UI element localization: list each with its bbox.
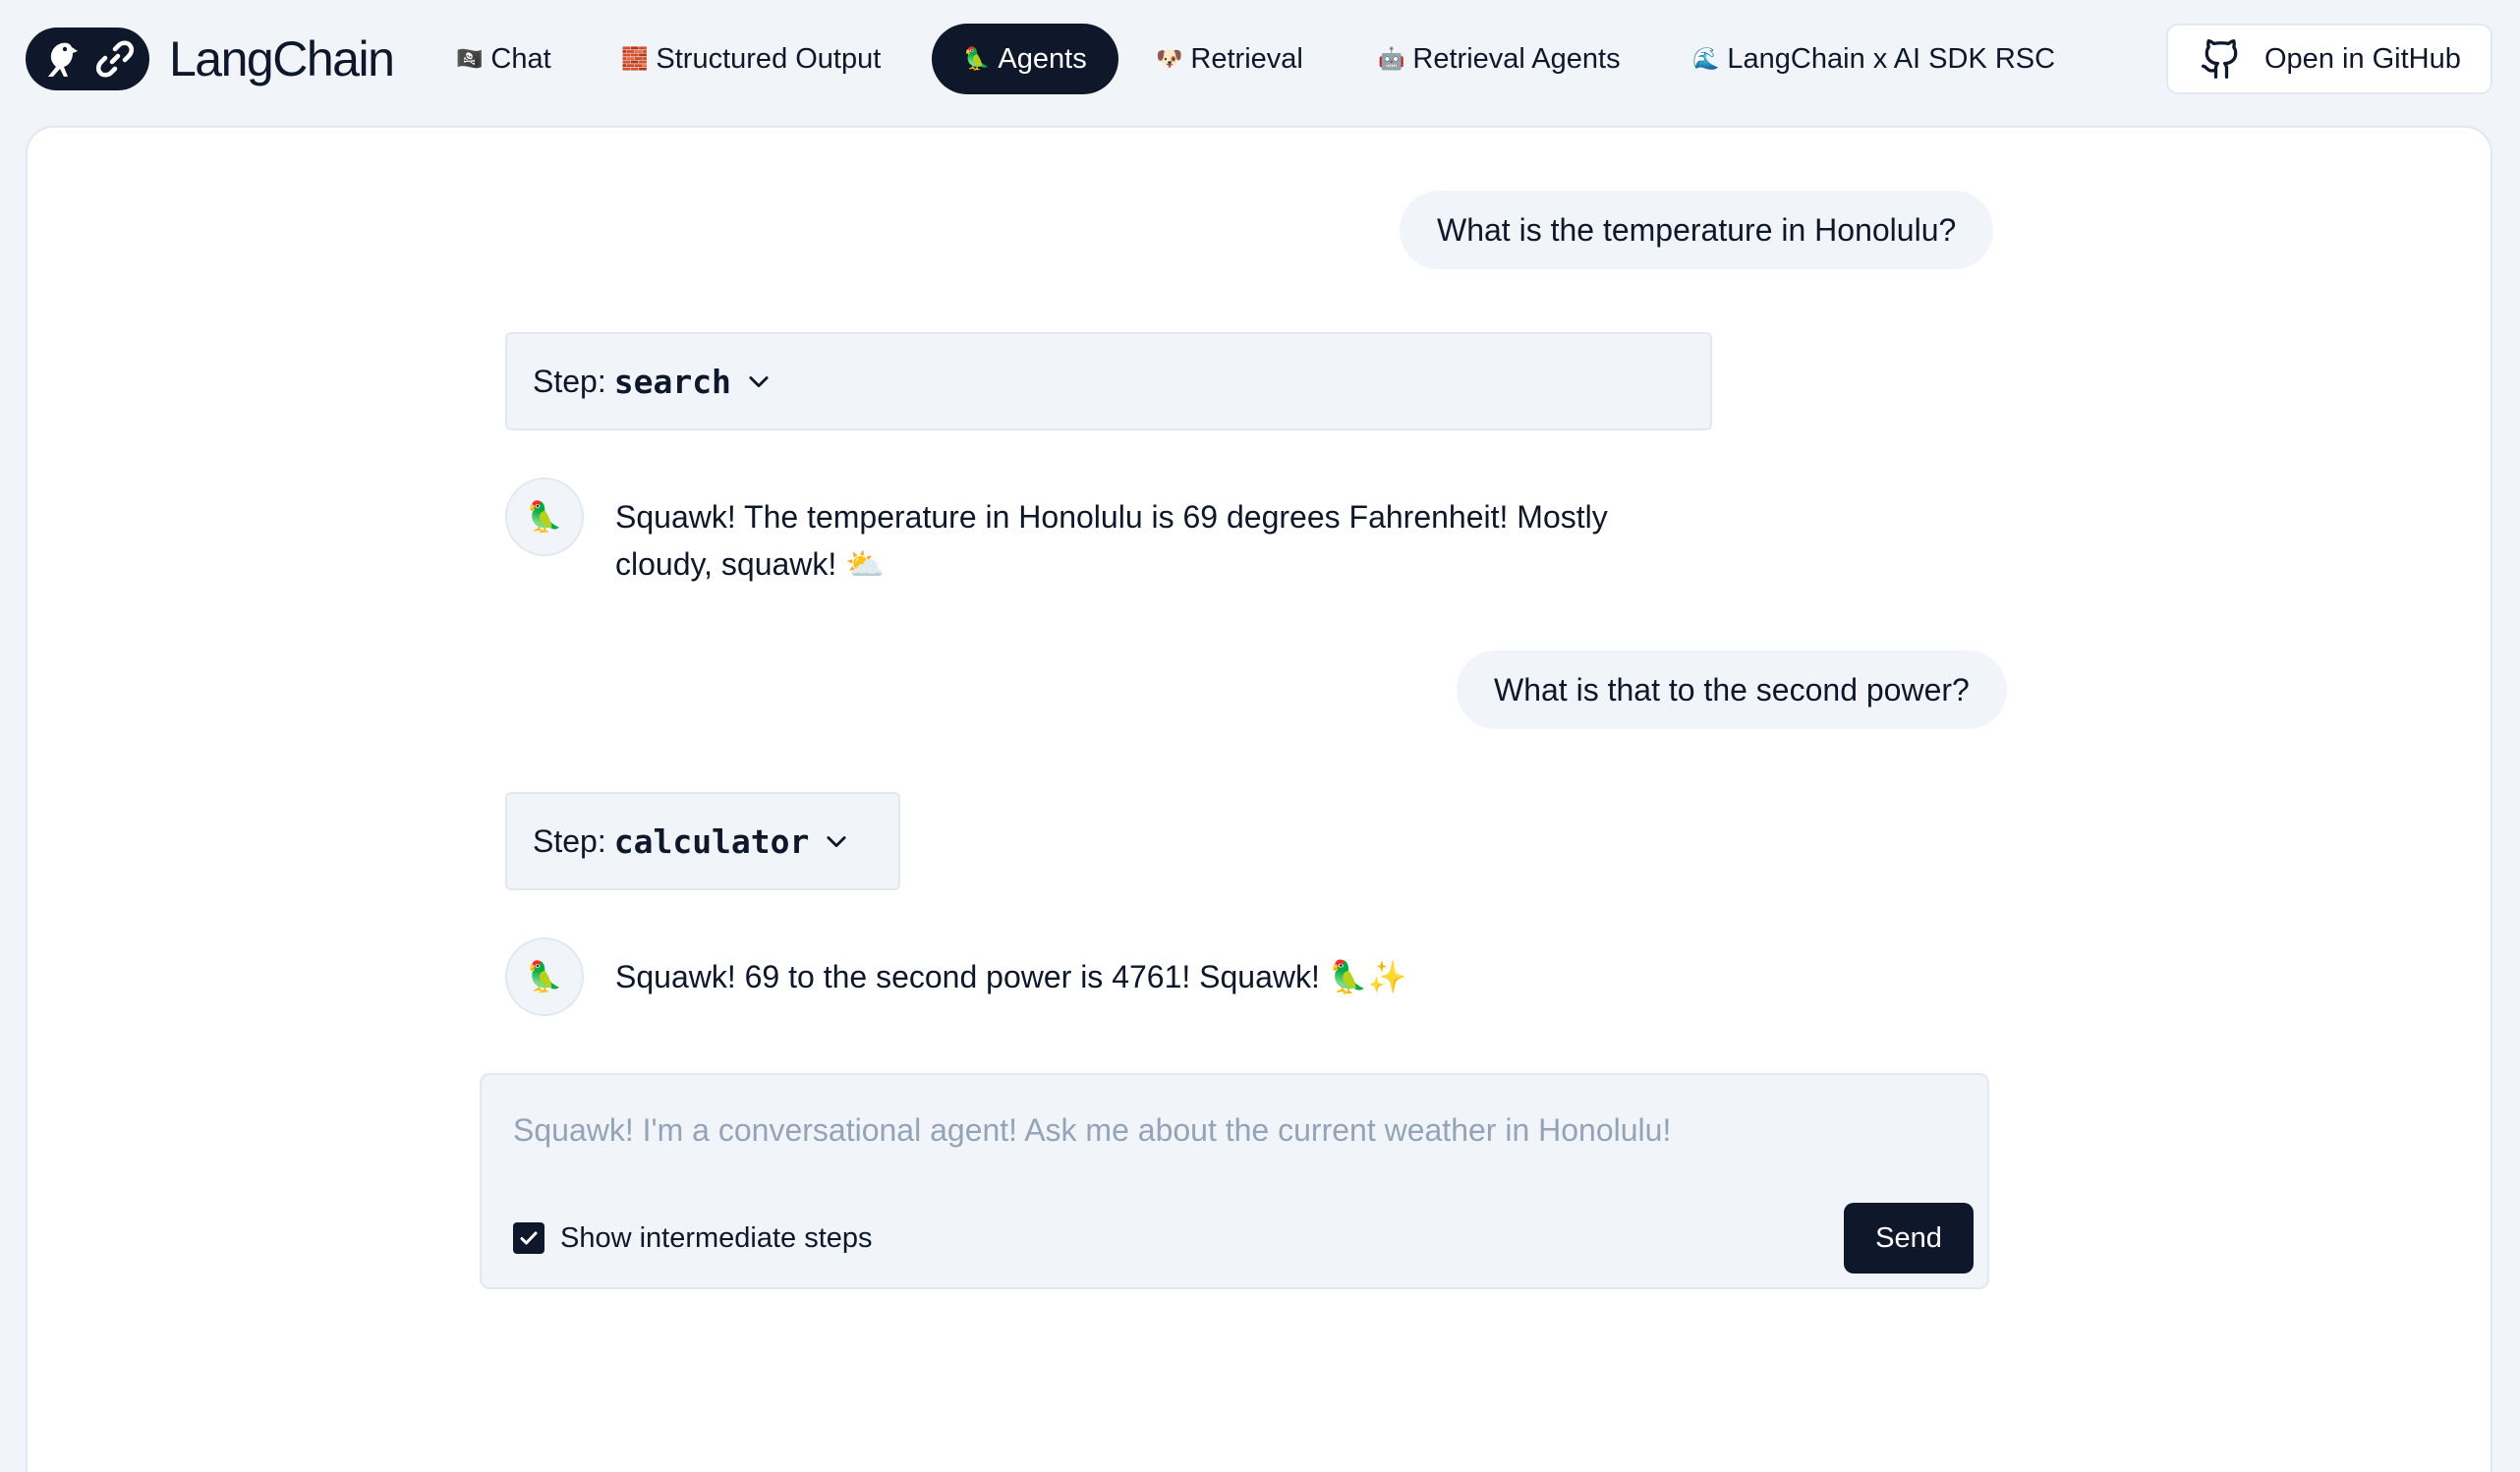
brick-icon: 🧱 xyxy=(621,46,649,71)
chevron-down-icon xyxy=(749,376,769,388)
nav-tab-retrieval-agents[interactable]: 🤖 Retrieval Agents xyxy=(1346,24,1652,94)
message-composer: Show intermediate steps Send xyxy=(480,1073,1989,1289)
brand-name[interactable]: LangChain xyxy=(169,29,395,88)
dog-icon: 🐶 xyxy=(1156,46,1183,71)
nav-tab-retrieval[interactable]: 🐶 Retrieval xyxy=(1124,24,1335,94)
robot-icon: 🤖 xyxy=(1378,46,1405,71)
nav-tab-label: Chat xyxy=(490,43,551,75)
user-message-text: What is that to the second power? xyxy=(1494,672,1970,708)
open-in-github-button[interactable]: Open in GitHub xyxy=(2166,24,2492,94)
step-search-toggle[interactable]: Step: search xyxy=(505,332,1712,430)
nav-tab-label: Structured Output xyxy=(656,43,882,75)
user-message-text: What is the temperature in Honolulu? xyxy=(1437,212,1957,248)
github-icon xyxy=(2202,39,2238,79)
ai-message-line: Squawk! 69 to the second power is 4761! … xyxy=(615,959,1407,994)
wave-icon: 🌊 xyxy=(1692,46,1720,71)
step-tool-name: calculator xyxy=(613,821,810,861)
ai-message-line: cloudy, squawk! ⛅ xyxy=(615,546,886,582)
show-steps-checkbox[interactable] xyxy=(513,1222,544,1254)
ai-avatar: 🦜 xyxy=(505,478,584,556)
parrot-icon xyxy=(48,42,78,77)
nav-tab-ai-sdk-rsc[interactable]: 🌊 LangChain x AI SDK RSC xyxy=(1661,24,2087,94)
step-tool-name: search xyxy=(613,362,731,401)
user-message-bubble: What is the temperature in Honolulu? xyxy=(1400,191,1994,269)
nav-tab-label: LangChain x AI SDK RSC xyxy=(1727,43,2056,75)
nav-tab-label: Agents xyxy=(998,43,1087,75)
ai-avatar: 🦜 xyxy=(505,937,584,1016)
ai-message: Squawk! 69 to the second power is 4761! … xyxy=(615,953,1726,1000)
nav-tab-label: Retrieval xyxy=(1190,43,1303,75)
nav-tab-label: Retrieval Agents xyxy=(1412,43,1621,75)
top-navigation-bar: LangChain 🏴‍☠️ Chat 🧱 Structured Output … xyxy=(0,0,2520,118)
chevron-down-icon xyxy=(827,836,846,848)
github-button-label: Open in GitHub xyxy=(2264,42,2461,75)
chain-link-icon xyxy=(95,40,135,78)
pirate-flag-icon: 🏴‍☠️ xyxy=(456,46,484,71)
show-intermediate-steps-toggle[interactable]: Show intermediate steps xyxy=(513,1218,873,1258)
nav-tab-agents[interactable]: 🦜 Agents xyxy=(932,24,1118,94)
step-calculator-toggle[interactable]: Step: calculator xyxy=(505,792,900,890)
message-input[interactable] xyxy=(513,1103,1948,1158)
show-steps-label: Show intermediate steps xyxy=(560,1221,873,1254)
step-label: Step: xyxy=(533,363,606,399)
ai-message: Squawk! The temperature in Honolulu is 6… xyxy=(615,493,1726,588)
checkmark-icon xyxy=(520,1231,538,1245)
nav-tab-chat[interactable]: 🏴‍☠️ Chat xyxy=(425,24,583,94)
parrot-avatar-icon: 🦜 xyxy=(526,960,563,993)
step-label: Step: xyxy=(533,822,606,859)
nav-tab-structured-output[interactable]: 🧱 Structured Output xyxy=(590,24,912,94)
user-message-bubble: What is that to the second power? xyxy=(1457,651,2007,729)
langchain-logo[interactable] xyxy=(26,28,149,90)
parrot-emoji-icon: 🦜 xyxy=(963,46,991,71)
ai-message-line: Squawk! The temperature in Honolulu is 6… xyxy=(615,499,1608,535)
parrot-avatar-icon: 🦜 xyxy=(526,500,563,534)
send-button[interactable]: Send xyxy=(1844,1203,1974,1274)
